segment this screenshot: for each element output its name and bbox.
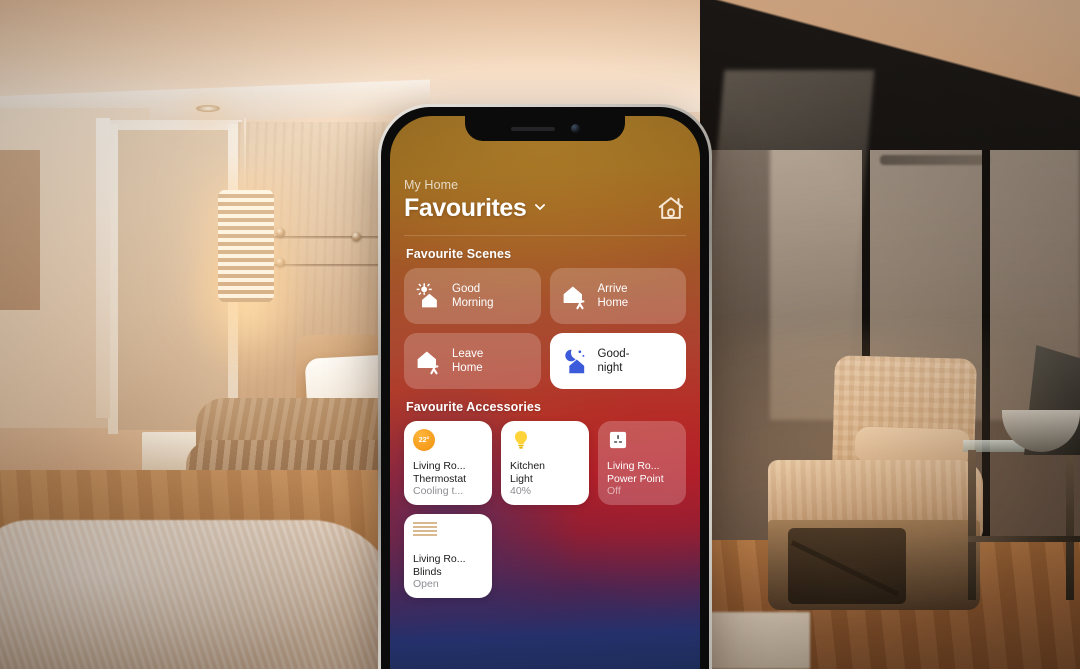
scene-label-line2: Home	[452, 362, 483, 374]
accessory-state: Cooling t...	[413, 484, 464, 497]
scene-tile-good-morning[interactable]: Good Morning	[404, 268, 541, 324]
phone-screen: My Home Favourites Favourite Scenes Good…	[390, 116, 700, 669]
scene-tile-arrive-home[interactable]: Arrive Home	[549, 268, 686, 324]
accessory-name-line2: Light	[510, 472, 533, 485]
iphone-device: My Home Favourites Favourite Scenes Good…	[378, 104, 712, 669]
sunrise-house-icon	[416, 283, 437, 308]
scene-label-line2: Home	[597, 297, 629, 309]
accessory-name-line1: Living Ro...	[607, 460, 660, 473]
scene-label-line1: Leave	[452, 347, 484, 360]
scene-label-line1: Arrive	[597, 282, 628, 295]
home-app: My Home Favourites Favourite Scenes Good…	[390, 116, 700, 598]
scenes-section-title: Favourite Scenes	[406, 247, 512, 261]
home-name-label: My Home	[404, 178, 459, 192]
accessory-tile-blinds[interactable]: Living Ro... Blinds Open	[404, 514, 492, 598]
scene-label-line2: night	[597, 362, 623, 374]
phone-notch	[465, 116, 625, 141]
accessories-section-title: Favourite Accessories	[406, 400, 542, 414]
scene-tile-leave-home[interactable]: Leave Home	[404, 333, 541, 389]
moon-house-icon	[564, 349, 584, 374]
blinds-icon	[413, 522, 437, 538]
scene-label-line1: Good	[452, 282, 481, 295]
scenes-grid: Good Morning Arrive Home Leave Home Good…	[404, 268, 686, 389]
scene-label-line2: Morning	[452, 297, 494, 309]
accessory-name-line1: Living Ro...	[413, 553, 466, 566]
accessory-tile-thermostat[interactable]: 22° Living Ro... Thermostat Cooling t...	[404, 421, 492, 505]
scene-label: Leave Home	[452, 347, 483, 375]
phone-bezel: My Home Favourites Favourite Scenes Good…	[381, 107, 709, 669]
scene-label: Good Morning	[452, 282, 494, 310]
accessory-state: Off	[607, 484, 621, 497]
lightbulb-icon	[514, 431, 528, 449]
accessory-text: Living Ro... Thermostat Cooling t...	[413, 460, 483, 497]
thermostat-badge-value: 22°	[418, 436, 430, 444]
page-title: Favourites	[404, 193, 527, 222]
home-outline-icon[interactable]	[656, 193, 686, 223]
accessory-state: 40%	[510, 484, 532, 497]
speaker-grille-icon	[510, 126, 555, 131]
scene-label-line1: Good-	[597, 347, 630, 360]
accessory-name-line1: Living Ro...	[413, 460, 466, 473]
thermostat-temperature-icon: 22°	[413, 429, 435, 451]
house-person-arrive-icon	[563, 286, 584, 310]
title-row: Favourites	[404, 193, 686, 223]
accessory-text: Kitchen Light 40%	[510, 460, 580, 497]
accessory-tile-kitchen-light[interactable]: Kitchen Light 40%	[501, 421, 589, 505]
accessory-name-line2: Power Point	[607, 472, 664, 485]
accessory-tile-power-point[interactable]: Living Ro... Power Point Off	[598, 421, 686, 505]
accessory-text: Living Ro... Blinds Open	[413, 553, 483, 590]
accessory-state: Open	[413, 577, 439, 590]
chevron-down-icon[interactable]	[533, 200, 547, 214]
scene-label: Good- night	[598, 347, 630, 375]
accessory-name-line2: Thermostat	[413, 472, 467, 485]
accessories-grid: 22° Living Ro... Thermostat Cooling t...	[404, 421, 686, 598]
title-group[interactable]: Favourites	[404, 194, 547, 223]
house-person-leave-icon	[417, 351, 439, 375]
scene-tile-goodnight[interactable]: Good- night	[549, 333, 686, 389]
power-outlet-icon	[609, 431, 627, 449]
front-camera-icon	[570, 124, 580, 133]
scene-label: Arrive Home	[598, 282, 629, 310]
header-divider	[404, 235, 686, 236]
accessory-name-line2: Blinds	[413, 565, 442, 578]
accessory-text: Living Ro... Power Point Off	[607, 460, 677, 497]
accessory-name-line1: Kitchen	[510, 460, 546, 473]
